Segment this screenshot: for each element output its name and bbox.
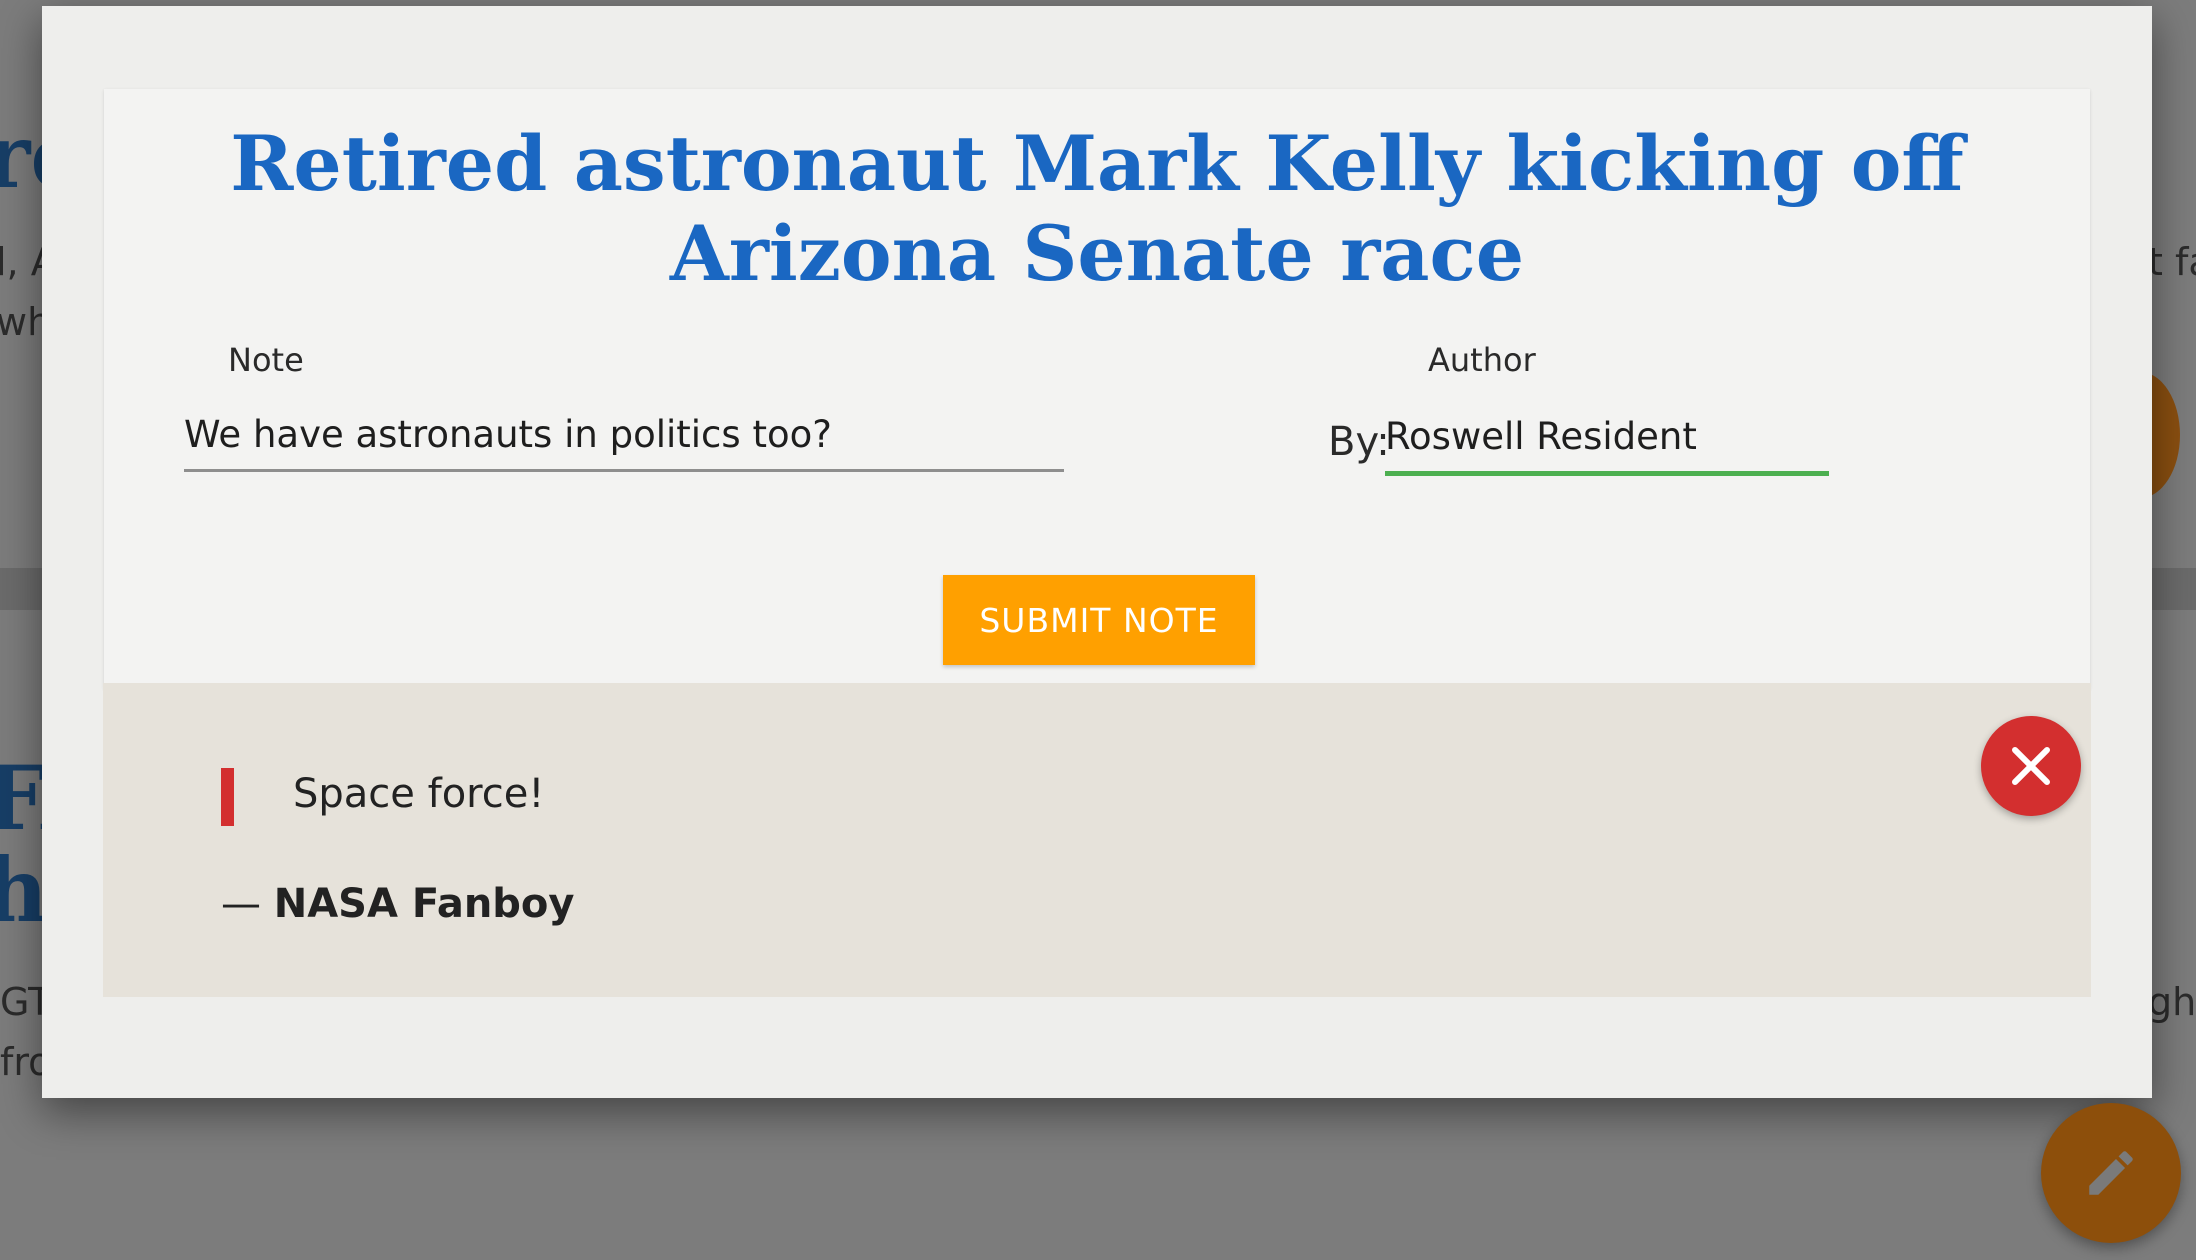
saved-note-card: Space force! — NASA Fanboy [103,683,2091,997]
article-card: Retired astronaut Mark Kelly kicking off… [104,89,2090,689]
bg-text-fragment: gh [2148,980,2196,1024]
submit-note-button[interactable]: SUBMIT NOTE [943,575,1255,665]
pencil-icon [2089,1151,2133,1195]
note-text: Space force! [293,771,545,817]
note-input[interactable] [184,399,1064,472]
author-label: Author [1428,341,1536,379]
notes-modal: Retired astronaut Mark Kelly kicking off… [42,6,2152,1098]
close-icon [2012,747,2050,785]
author-prefix: By: [1328,419,1390,465]
author-input[interactable] [1385,401,1829,476]
bg-text-fragment: t fa [2148,240,2196,284]
edit-fab-button[interactable] [2041,1103,2181,1243]
author-dash: — [221,881,261,927]
note-author: — NASA Fanboy [221,881,574,927]
author-name: NASA Fanboy [273,881,575,927]
article-title: Retired astronaut Mark Kelly kicking off… [230,119,1964,298]
note-label: Note [228,341,304,379]
delete-note-button[interactable] [1981,716,2081,816]
note-accent-bar [221,768,234,826]
